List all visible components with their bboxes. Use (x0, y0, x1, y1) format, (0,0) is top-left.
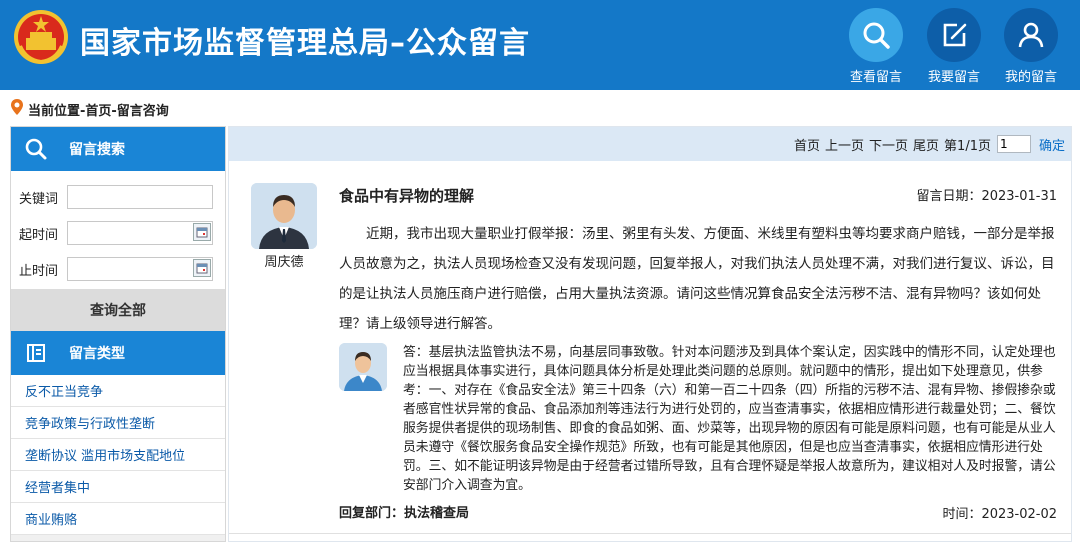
page-number-input[interactable] (996, 135, 1031, 153)
reply-avatar (339, 343, 387, 391)
search-form: 关键词 起时间 止时间 (11, 171, 225, 289)
keyword-input[interactable] (67, 185, 213, 209)
first-page-link[interactable]: 首页 (794, 135, 820, 154)
calendar-icon[interactable] (193, 259, 211, 277)
message-date: 留言日期：2023-01-31 (916, 189, 1057, 204)
type-panel-title: 留言类型 (69, 346, 125, 362)
category-item[interactable]: 竞争政策与行政性垄断 (11, 407, 225, 439)
site-title: 国家市场监督管理总局–公众留言 (80, 26, 530, 61)
search-panel-title: 留言搜索 (69, 142, 125, 158)
category-list: 反不正当竞争 竞争政策与行政性垄断 垄断协议 滥用市场支配地位 经营者集中 商业… (11, 375, 225, 535)
sidebar: 留言搜索 关键词 起时间 止时间 查询全部 留言类型 反不正当竞争 竞争政策与行… (10, 126, 226, 542)
next-page-link[interactable]: 下一页 (869, 135, 908, 154)
category-item[interactable]: 商业贿赂 (11, 503, 225, 535)
reply-body: 答：基层执法监管执法不易，向基层同事致敬。针对本问题涉及到具体个案认定，因实践中… (403, 345, 1056, 493)
search-icon (849, 8, 903, 62)
start-date-label: 起时间 (19, 227, 59, 243)
nav-label: 我的留言 (1004, 70, 1057, 85)
message-body: 近期，我市出现大量职业打假举报：汤里、粥里有头发、方便面、米线里有塑料虫等均要求… (339, 226, 1055, 332)
last-page-link[interactable]: 尾页 (913, 135, 939, 154)
type-panel-header: 留言类型 (11, 331, 225, 375)
author-name: 周庆德 (264, 255, 304, 270)
page-info: 第1/1页 (944, 138, 991, 154)
breadcrumb-text: 当前位置-首页-留言咨询 (28, 103, 169, 119)
category-item[interactable]: 反不正当竞争 (11, 375, 225, 407)
end-date-input[interactable] (67, 257, 213, 281)
nav-label: 查看留言 (849, 70, 902, 85)
keyword-row: 关键词 (11, 179, 225, 215)
avatar (251, 183, 317, 249)
keyword-label: 关键词 (19, 191, 59, 207)
category-item[interactable]: 垄断协议 滥用市场支配地位 (11, 439, 225, 471)
national-emblem-icon (12, 8, 70, 66)
nav-my-messages[interactable]: 我的留言 (998, 8, 1064, 85)
prev-page-link[interactable]: 上一页 (825, 135, 864, 154)
start-date-input[interactable] (67, 221, 213, 245)
nav-post-message[interactable]: 我要留言 (921, 8, 987, 85)
calendar-icon[interactable] (193, 223, 211, 241)
reply-department: 回复部门：执法稽查局 (339, 506, 470, 521)
category-item[interactable]: 经营者集中 (11, 471, 225, 503)
list-icon (23, 340, 49, 366)
divider (229, 533, 1071, 534)
end-date-label: 止时间 (19, 263, 59, 279)
nav-label: 我要留言 (927, 70, 980, 85)
end-date-row: 止时间 (11, 251, 225, 287)
query-all-button[interactable]: 查询全部 (11, 289, 225, 331)
message-panel: 首页 上一页 下一页 尾页 第1/1页 确定 周庆德 食品中有异物的理解 留言日… (228, 126, 1072, 542)
location-pin-icon (10, 98, 24, 120)
confirm-page-button[interactable]: 确定 (1039, 135, 1065, 154)
user-icon (1004, 8, 1058, 62)
pagination: 首页 上一页 下一页 尾页 第1/1页 确定 (229, 127, 1071, 161)
search-icon (23, 136, 49, 162)
nav-view-messages[interactable]: 查看留言 (843, 8, 909, 85)
reply-time: 时间：2023-02-02 (942, 507, 1057, 522)
search-panel-header: 留言搜索 (11, 127, 225, 171)
edit-icon (927, 8, 981, 62)
site-header: 国家市场监督管理总局–公众留言 查看留言 我要留言 我的留言 (0, 0, 1080, 90)
start-date-row: 起时间 (11, 215, 225, 251)
message-title: 食品中有异物的理解 (339, 187, 475, 205)
breadcrumb: 当前位置-首页-留言咨询 (10, 99, 169, 119)
